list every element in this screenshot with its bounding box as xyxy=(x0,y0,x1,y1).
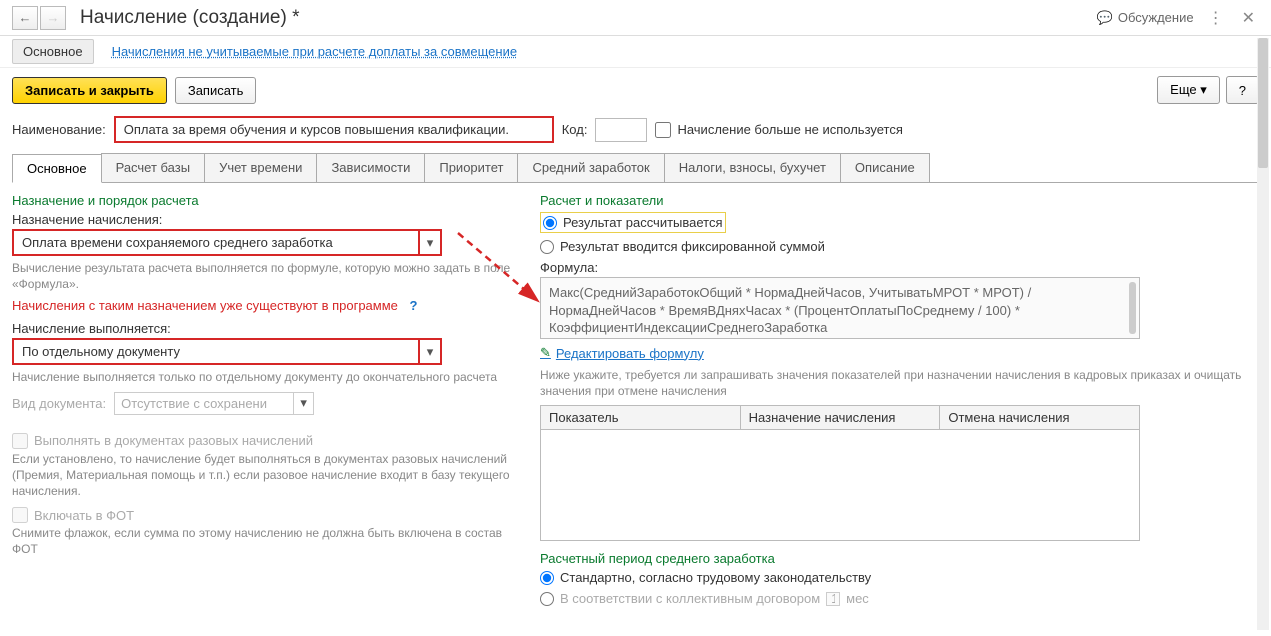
exec-hint: Начисление выполняется только по отдельн… xyxy=(12,369,512,385)
table-hint: Ниже укажите, требуется ли запрашивать з… xyxy=(540,367,1259,399)
arrow-right-icon: → xyxy=(47,10,60,25)
fot-checkbox xyxy=(12,507,28,523)
tab-time[interactable]: Учет времени xyxy=(204,153,317,182)
discuss-button[interactable]: 💬 Обсуждение xyxy=(1097,10,1194,26)
fot-checkbox-label: Включать в ФОТ xyxy=(34,508,134,523)
name-label: Наименование: xyxy=(12,122,106,137)
disabled-checkbox[interactable] xyxy=(655,122,671,138)
once-checkbox xyxy=(12,433,28,449)
months-input xyxy=(826,592,840,606)
section-purpose-heading: Назначение и порядок расчета xyxy=(12,193,512,208)
radio-calculated-label: Результат рассчитывается xyxy=(563,215,723,230)
scrollbar-vertical[interactable] xyxy=(1129,282,1136,334)
fot-hint: Снимите флажок, если сумма по этому начи… xyxy=(12,525,512,557)
arrow-left-icon: ← xyxy=(19,10,32,25)
radio-fixed-row[interactable]: Результат вводится фиксированной суммой xyxy=(540,239,1259,254)
once-checkbox-label: Выполнять в документах разовых начислени… xyxy=(34,433,313,448)
pencil-icon: ✎ xyxy=(540,345,551,361)
months-suffix: мес xyxy=(846,591,869,606)
tab-base[interactable]: Расчет базы xyxy=(101,153,206,182)
edit-formula-link[interactable]: ✎ Редактировать формулу xyxy=(540,345,1259,361)
section-period-heading: Расчетный период среднего заработка xyxy=(540,551,1259,566)
help-button[interactable]: ? xyxy=(1226,76,1259,104)
chat-icon: 💬 xyxy=(1097,10,1113,26)
chevron-down-icon: ▾ xyxy=(418,340,440,363)
tab-bar: Основное Расчет базы Учет времени Зависи… xyxy=(12,153,1259,183)
purpose-value: Оплата времени сохраняемого среднего зар… xyxy=(14,231,418,254)
th-cancel: Отмена начисления xyxy=(940,406,1139,430)
doc-type-label: Вид документа: xyxy=(12,396,106,411)
radio-period-standard-label: Стандартно, согласно трудовому законодат… xyxy=(560,570,871,585)
exec-value: По отдельному документу xyxy=(14,340,418,363)
exec-label: Начисление выполняется: xyxy=(12,321,512,336)
scrollbar-thumb[interactable] xyxy=(1258,38,1268,168)
purpose-hint: Вычисление результата расчета выполняетс… xyxy=(12,260,512,292)
tab-priority[interactable]: Приоритет xyxy=(424,153,518,182)
chevron-down-icon: ▾ xyxy=(418,231,440,254)
radio-fixed[interactable] xyxy=(540,240,554,254)
edit-formula-label: Редактировать формулу xyxy=(556,346,704,361)
nav-back-button[interactable]: ← xyxy=(12,6,38,30)
code-label: Код: xyxy=(562,122,588,137)
disabled-checkbox-label: Начисление больше не используется xyxy=(677,122,902,137)
radio-period-standard-row[interactable]: Стандартно, согласно трудовому законодат… xyxy=(540,570,1259,585)
section-calc-heading: Расчет и показатели xyxy=(540,193,1259,208)
tab-taxes[interactable]: Налоги, взносы, бухучет xyxy=(664,153,841,182)
formula-label: Формула: xyxy=(540,260,1259,275)
th-assign: Назначение начисления xyxy=(741,406,941,430)
code-input[interactable] xyxy=(595,118,647,142)
formula-textarea[interactable]: Макс(СреднийЗаработокОбщий * НормаДнейЧа… xyxy=(540,277,1140,339)
indicators-table: Показатель Назначение начисления Отмена … xyxy=(540,405,1140,541)
purpose-dropdown[interactable]: Оплата времени сохраняемого среднего зар… xyxy=(12,229,442,256)
discuss-label: Обсуждение xyxy=(1118,10,1194,25)
subnav-link-exclusions[interactable]: Начисления не учитываемые при расчете до… xyxy=(112,44,518,59)
warning-help-icon[interactable]: ? xyxy=(410,298,418,313)
purpose-label: Назначение начисления: xyxy=(12,212,512,227)
close-icon[interactable]: ✕ xyxy=(1238,8,1259,28)
exec-dropdown[interactable]: По отдельному документу ▾ xyxy=(12,338,442,365)
save-button[interactable]: Записать xyxy=(175,77,257,104)
radio-period-standard[interactable] xyxy=(540,571,554,585)
kebab-menu-icon[interactable]: ⋮ xyxy=(1204,8,1228,28)
duplicate-warning: Начисления с таким назначением уже сущес… xyxy=(12,298,398,313)
doc-type-dropdown: Отсутствие с сохранени ▾ xyxy=(114,392,314,415)
th-indicator: Показатель xyxy=(541,406,741,430)
save-and-close-button[interactable]: Записать и закрыть xyxy=(12,77,167,104)
once-checkbox-row: Выполнять в документах разовых начислени… xyxy=(12,433,512,449)
table-body-empty[interactable] xyxy=(541,430,1139,540)
radio-calculated[interactable] xyxy=(543,216,557,230)
chevron-down-icon: ▾ xyxy=(1200,82,1207,97)
chevron-down-icon: ▾ xyxy=(293,393,313,414)
fot-checkbox-row: Включать в ФОТ xyxy=(12,507,512,523)
radio-period-contract-label: В соответствии с коллективным договором xyxy=(560,591,820,606)
nav-forward-button[interactable]: → xyxy=(40,6,66,30)
once-hint: Если установлено, то начисление будет вы… xyxy=(12,451,512,500)
tab-deps[interactable]: Зависимости xyxy=(316,153,425,182)
tab-desc[interactable]: Описание xyxy=(840,153,930,182)
radio-fixed-label: Результат вводится фиксированной суммой xyxy=(560,239,825,254)
subnav-main[interactable]: Основное xyxy=(12,39,94,64)
page-scrollbar[interactable] xyxy=(1257,38,1269,630)
doc-type-value: Отсутствие с сохранени xyxy=(115,393,293,414)
page-title: Начисление (создание) * xyxy=(80,7,300,29)
tab-main[interactable]: Основное xyxy=(12,154,102,183)
more-button[interactable]: Еще ▾ xyxy=(1157,76,1220,104)
radio-period-contract[interactable] xyxy=(540,592,554,606)
radio-calculated-row[interactable]: Результат рассчитывается xyxy=(540,212,726,233)
name-input[interactable]: Оплата за время обучения и курсов повыше… xyxy=(114,116,554,143)
disabled-checkbox-row[interactable]: Начисление больше не используется xyxy=(655,122,902,138)
tab-average[interactable]: Средний заработок xyxy=(517,153,664,182)
radio-period-contract-row[interactable]: В соответствии с коллективным договором … xyxy=(540,591,1259,606)
formula-text: Макс(СреднийЗаработокОбщий * НормаДнейЧа… xyxy=(549,285,1031,335)
